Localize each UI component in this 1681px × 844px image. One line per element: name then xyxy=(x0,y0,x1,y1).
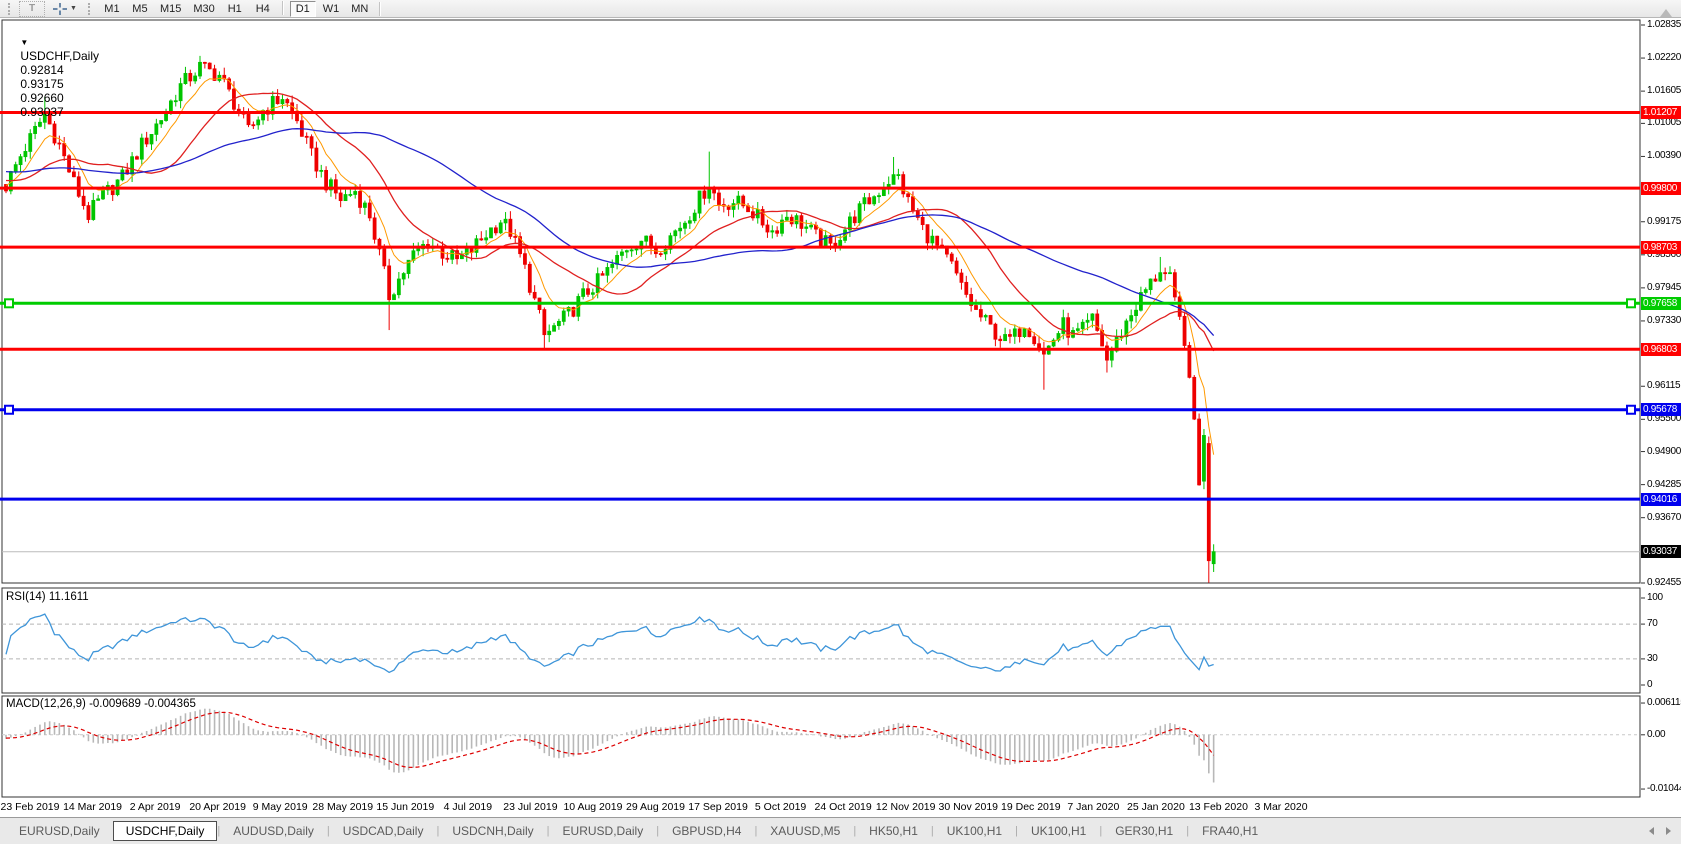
rsi-tick: 30 xyxy=(1647,653,1658,664)
tabs-holder: EURUSD,DailyUSDCHF,Daily|AUDUSD,Daily|US… xyxy=(6,821,1271,841)
price-tick: 1.00390 xyxy=(1647,150,1681,161)
date-label: 25 Jan 2020 xyxy=(1127,801,1185,813)
price-tick: 0.99175 xyxy=(1647,216,1681,227)
date-label: 29 Aug 2019 xyxy=(626,801,685,813)
tab-scroll-right-icon[interactable] xyxy=(1666,827,1671,835)
price-tick: 1.01005 xyxy=(1647,117,1681,128)
macd-tick: -0.010441 xyxy=(1647,783,1681,794)
symbol-dropdown-icon[interactable]: ▼ xyxy=(20,38,28,47)
price-tick: 0.96115 xyxy=(1647,380,1680,391)
bar-close-value: 0.93037 xyxy=(20,105,63,119)
key-level-line-0.95678[interactable] xyxy=(0,406,1640,414)
rsi-pane[interactable] xyxy=(2,588,1640,693)
level-price-label: 0.99800 xyxy=(1641,182,1681,195)
date-label: 17 Sep 2019 xyxy=(688,801,748,813)
date-label: 3 Mar 2020 xyxy=(1254,801,1307,813)
date-label: 12 Nov 2019 xyxy=(876,801,936,813)
price-tick: 0.94900 xyxy=(1647,446,1681,457)
date-label: 24 Oct 2019 xyxy=(815,801,872,813)
current-price-label: 0.93037 xyxy=(1641,545,1681,558)
date-label: 30 Nov 2019 xyxy=(938,801,998,813)
chart-tab-FRA40-H1[interactable]: FRA40,H1 xyxy=(1189,821,1271,841)
moving-average-21 xyxy=(6,93,1214,351)
date-label: 28 May 2019 xyxy=(312,801,373,813)
tab-scroll-arrows xyxy=(1649,827,1671,835)
date-label: 2 Apr 2019 xyxy=(130,801,181,813)
chart-tab-USDCHF-Daily[interactable]: USDCHF,Daily xyxy=(113,821,218,841)
bar-open-value: 0.92814 xyxy=(20,63,63,77)
chart-tab-USDCAD-Daily[interactable]: USDCAD,Daily xyxy=(330,821,437,841)
chart-tab-HK50-H1[interactable]: HK50,H1 xyxy=(856,821,931,841)
chart-symbol-label: USDCHF,Daily xyxy=(20,49,99,63)
chart-tab-EURUSD-Daily[interactable]: EURUSD,Daily xyxy=(550,821,657,841)
bar-low-value: 0.92660 xyxy=(20,91,63,105)
macd-label: MACD(12,26,9) -0.009689 -0.004365 xyxy=(6,698,196,710)
date-label: 5 Oct 2019 xyxy=(755,801,806,813)
price-tick: 0.94285 xyxy=(1647,479,1681,490)
date-label: 20 Apr 2019 xyxy=(189,801,246,813)
candles-group xyxy=(5,56,1216,583)
level-price-label: 0.95678 xyxy=(1641,403,1681,416)
macd-pane[interactable] xyxy=(2,696,1640,797)
scroll-up-arrow-icon[interactable] xyxy=(1660,9,1672,17)
date-label: 23 Jul 2019 xyxy=(503,801,557,813)
date-label: 10 Aug 2019 xyxy=(563,801,622,813)
level-price-label: 0.98703 xyxy=(1641,241,1681,254)
date-label: 15 Jun 2019 xyxy=(376,801,434,813)
price-tick: 0.92455 xyxy=(1647,577,1681,588)
chart-tab-GER30-H1[interactable]: GER30,H1 xyxy=(1102,821,1186,841)
chart-tab-UK100-H1[interactable]: UK100,H1 xyxy=(1018,821,1099,841)
tab-scroll-left-icon[interactable] xyxy=(1649,827,1654,835)
chart-tab-EURUSD-Daily[interactable]: EURUSD,Daily xyxy=(6,821,113,841)
date-label: 13 Feb 2020 xyxy=(1189,801,1248,813)
chart-title: ▼ USDCHF,Daily 0.92814 0.93175 0.92660 0… xyxy=(7,21,99,133)
price-tick: 1.02835 xyxy=(1647,19,1681,30)
chart-tab-AUDUSD-Daily[interactable]: AUDUSD,Daily xyxy=(220,821,327,841)
price-tick: 0.93670 xyxy=(1647,512,1681,523)
macd-tick: 0.006115 xyxy=(1647,697,1681,708)
price-tick: 0.97330 xyxy=(1647,315,1681,326)
level-price-label: 0.96803 xyxy=(1641,343,1681,356)
level-price-label: 0.94016 xyxy=(1641,493,1681,506)
line-handle[interactable] xyxy=(1627,406,1635,414)
date-label: 4 Jul 2019 xyxy=(444,801,492,813)
rsi-label: RSI(14) 11.1611 xyxy=(6,591,89,603)
rsi-line xyxy=(6,614,1214,672)
line-handle[interactable] xyxy=(5,299,13,307)
level-price-label: 1.01207 xyxy=(1641,106,1681,119)
chart-tab-GBPUSD-H4[interactable]: GBPUSD,H4 xyxy=(659,821,754,841)
key-level-line-0.97658[interactable] xyxy=(0,299,1640,307)
trading-platform-window: T ▼ M1M5M15M30H1H4D1W1MN ▼ USDCHF,Daily … xyxy=(0,0,1681,844)
price-tick: 0.97945 xyxy=(1647,282,1681,293)
price-tick: 1.01605 xyxy=(1647,85,1681,96)
price-tick: 1.02220 xyxy=(1647,52,1681,63)
rsi-tick: 0 xyxy=(1647,679,1652,690)
macd-tick: 0.00 xyxy=(1647,729,1665,740)
line-handle[interactable] xyxy=(5,406,13,414)
bar-high-value: 0.93175 xyxy=(20,77,63,91)
date-label: 14 Mar 2019 xyxy=(63,801,122,813)
chart-tab-XAUUSD-M5[interactable]: XAUUSD,M5 xyxy=(757,821,853,841)
line-handle[interactable] xyxy=(1627,299,1635,307)
date-label: 19 Dec 2019 xyxy=(1001,801,1061,813)
moving-average-8 xyxy=(6,78,1214,454)
macd-signal-line xyxy=(6,712,1214,767)
main-chart-canvas[interactable] xyxy=(0,0,1681,844)
date-label: 23 Feb 2019 xyxy=(1,801,60,813)
rsi-tick: 70 xyxy=(1647,618,1658,629)
level-price-label: 0.97658 xyxy=(1641,297,1681,310)
chart-tab-bar: EURUSD,DailyUSDCHF,Daily|AUDUSD,Daily|US… xyxy=(0,817,1681,844)
rsi-tick: 100 xyxy=(1647,592,1663,603)
date-label: 7 Jan 2020 xyxy=(1067,801,1119,813)
chart-tab-UK100-H1[interactable]: UK100,H1 xyxy=(934,821,1015,841)
date-label: 9 May 2019 xyxy=(253,801,308,813)
chart-tab-USDCNH-Daily[interactable]: USDCNH,Daily xyxy=(439,821,546,841)
macd-histogram xyxy=(6,709,1214,783)
